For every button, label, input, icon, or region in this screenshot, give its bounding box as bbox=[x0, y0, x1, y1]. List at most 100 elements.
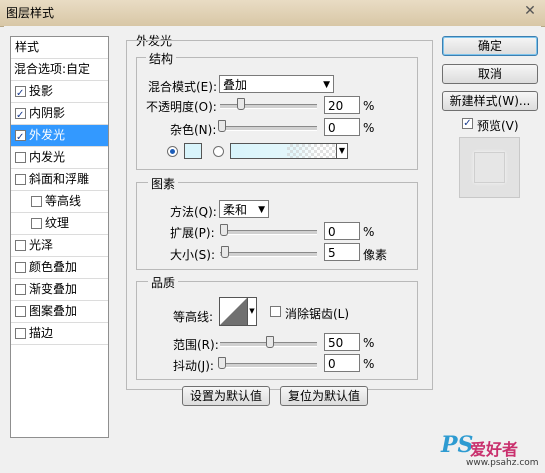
style-item-label: 外发光 bbox=[29, 128, 66, 142]
range-slider-thumb[interactable] bbox=[266, 336, 274, 348]
close-icon[interactable]: ✕ bbox=[520, 2, 540, 20]
new-style-button[interactable]: 新建样式(W)... bbox=[442, 91, 538, 111]
style-item-label: 描边 bbox=[29, 326, 54, 340]
jitter-slider[interactable] bbox=[220, 363, 317, 368]
style-item[interactable]: 纹理 bbox=[11, 213, 108, 235]
styles-list: 样式 混合选项:自定 投影内阴影外发光内发光斜面和浮雕等高线纹理光泽颜色叠加渐变… bbox=[10, 36, 109, 438]
percent-label: % bbox=[363, 121, 375, 135]
style-checkbox[interactable] bbox=[15, 328, 26, 339]
style-item[interactable]: 内阴影 bbox=[11, 103, 108, 126]
style-item[interactable]: 投影 bbox=[11, 81, 108, 104]
contour-thumbnail[interactable] bbox=[219, 297, 248, 326]
contour-label: 等高线: bbox=[173, 310, 214, 324]
preview-checkbox[interactable]: ✓ bbox=[462, 118, 473, 129]
technique-select[interactable]: 柔和 ▼ bbox=[219, 200, 269, 218]
style-item-label: 渐变叠加 bbox=[29, 282, 78, 296]
style-checkbox[interactable] bbox=[15, 83, 26, 104]
anti-alias-label: 消除锯齿(L) bbox=[285, 307, 350, 321]
range-label: 范围(R): bbox=[173, 338, 219, 352]
percent-label: % bbox=[363, 336, 375, 350]
reset-default-button[interactable]: 复位为默认值 bbox=[280, 386, 368, 406]
watermark-url: www.psahz.com bbox=[466, 458, 539, 468]
preview-square bbox=[474, 152, 505, 183]
range-input[interactable]: 50 bbox=[324, 333, 360, 351]
style-checkbox[interactable] bbox=[15, 262, 26, 273]
percent-label: % bbox=[363, 225, 375, 239]
elements-title: 图素 bbox=[148, 175, 179, 192]
ok-button[interactable]: 确定 bbox=[442, 36, 538, 56]
style-item-label: 等高线 bbox=[45, 194, 82, 208]
jitter-input[interactable]: 0 bbox=[324, 354, 360, 372]
style-checkbox[interactable] bbox=[15, 284, 26, 295]
structure-title: 结构 bbox=[146, 50, 177, 67]
style-item[interactable]: 图案叠加 bbox=[11, 301, 108, 323]
style-item-label: 光泽 bbox=[29, 238, 54, 252]
gradient-radio[interactable] bbox=[213, 146, 224, 157]
blend-mode-select[interactable]: 叠加 ▼ bbox=[219, 75, 334, 93]
technique-label: 方法(Q): bbox=[170, 205, 217, 219]
contour-curve-icon bbox=[220, 298, 247, 325]
style-item[interactable]: 等高线 bbox=[11, 191, 108, 213]
style-checkbox[interactable] bbox=[31, 218, 42, 229]
opacity-slider[interactable] bbox=[220, 104, 317, 109]
style-item-label: 纹理 bbox=[45, 216, 70, 230]
size-slider[interactable] bbox=[220, 252, 317, 257]
style-checkbox[interactable] bbox=[15, 105, 26, 126]
style-item[interactable]: 光泽 bbox=[11, 235, 108, 257]
percent-label: % bbox=[363, 357, 375, 371]
style-preview bbox=[459, 137, 520, 198]
style-item-label: 内阴影 bbox=[29, 106, 66, 120]
style-item[interactable]: 颜色叠加 bbox=[11, 257, 108, 279]
style-item[interactable]: 内发光 bbox=[11, 147, 108, 169]
chevron-down-icon[interactable]: ▼ bbox=[336, 144, 347, 158]
watermark-logo: PS bbox=[441, 432, 474, 458]
style-checkbox[interactable] bbox=[15, 127, 26, 148]
style-checkbox[interactable] bbox=[15, 152, 26, 163]
preview-label: 预览(V) bbox=[477, 119, 519, 133]
opacity-input[interactable]: 20 bbox=[324, 96, 360, 114]
title-bar[interactable]: 图层样式 ✕ bbox=[0, 0, 545, 27]
cancel-button[interactable]: 取消 bbox=[442, 64, 538, 84]
size-label: 大小(S): bbox=[170, 248, 216, 262]
blend-options-item[interactable]: 混合选项:自定 bbox=[11, 59, 108, 81]
solid-color-radio[interactable] bbox=[167, 146, 178, 157]
style-checkbox[interactable] bbox=[31, 196, 42, 207]
gradient-picker[interactable]: ▼ bbox=[230, 143, 348, 159]
glow-color-swatch[interactable] bbox=[184, 143, 202, 159]
style-item[interactable]: 描边 bbox=[11, 323, 108, 345]
style-item[interactable]: 渐变叠加 bbox=[11, 279, 108, 301]
jitter-slider-thumb[interactable] bbox=[218, 357, 226, 369]
anti-alias-checkbox[interactable] bbox=[270, 306, 281, 317]
opacity-slider-thumb[interactable] bbox=[237, 98, 245, 110]
spread-slider[interactable] bbox=[220, 230, 317, 235]
noise-label: 杂色(N): bbox=[170, 123, 217, 137]
style-checkbox[interactable] bbox=[15, 174, 26, 185]
noise-slider-thumb[interactable] bbox=[218, 120, 226, 132]
chevron-down-icon[interactable]: ▼ bbox=[248, 297, 257, 326]
styles-header[interactable]: 样式 bbox=[11, 37, 108, 59]
quality-title: 品质 bbox=[148, 274, 179, 291]
chevron-down-icon: ▼ bbox=[323, 80, 330, 90]
make-default-button[interactable]: 设置为默认值 bbox=[182, 386, 270, 406]
spread-label: 扩展(P): bbox=[170, 226, 215, 240]
window-title: 图层样式 bbox=[6, 6, 55, 20]
style-item[interactable]: 斜面和浮雕 bbox=[11, 169, 108, 191]
style-item-label: 投影 bbox=[29, 84, 54, 98]
style-checkbox[interactable] bbox=[15, 306, 26, 317]
size-slider-thumb[interactable] bbox=[221, 246, 229, 258]
opacity-label: 不透明度(O): bbox=[146, 100, 217, 114]
spread-input[interactable]: 0 bbox=[324, 222, 360, 240]
size-input[interactable]: 5 bbox=[324, 243, 360, 261]
style-item-label: 颜色叠加 bbox=[29, 260, 78, 274]
style-item-label: 图案叠加 bbox=[29, 304, 78, 318]
style-item-label: 斜面和浮雕 bbox=[29, 172, 90, 186]
noise-input[interactable]: 0 bbox=[324, 118, 360, 136]
watermark-text: 爱好者 bbox=[470, 440, 519, 459]
style-checkbox[interactable] bbox=[15, 240, 26, 251]
noise-slider[interactable] bbox=[220, 126, 317, 131]
jitter-label: 抖动(J): bbox=[173, 359, 214, 373]
style-item[interactable]: 外发光 bbox=[11, 125, 108, 148]
spread-slider-thumb[interactable] bbox=[220, 224, 228, 236]
chevron-down-icon: ▼ bbox=[258, 205, 265, 215]
percent-label: % bbox=[363, 99, 375, 113]
